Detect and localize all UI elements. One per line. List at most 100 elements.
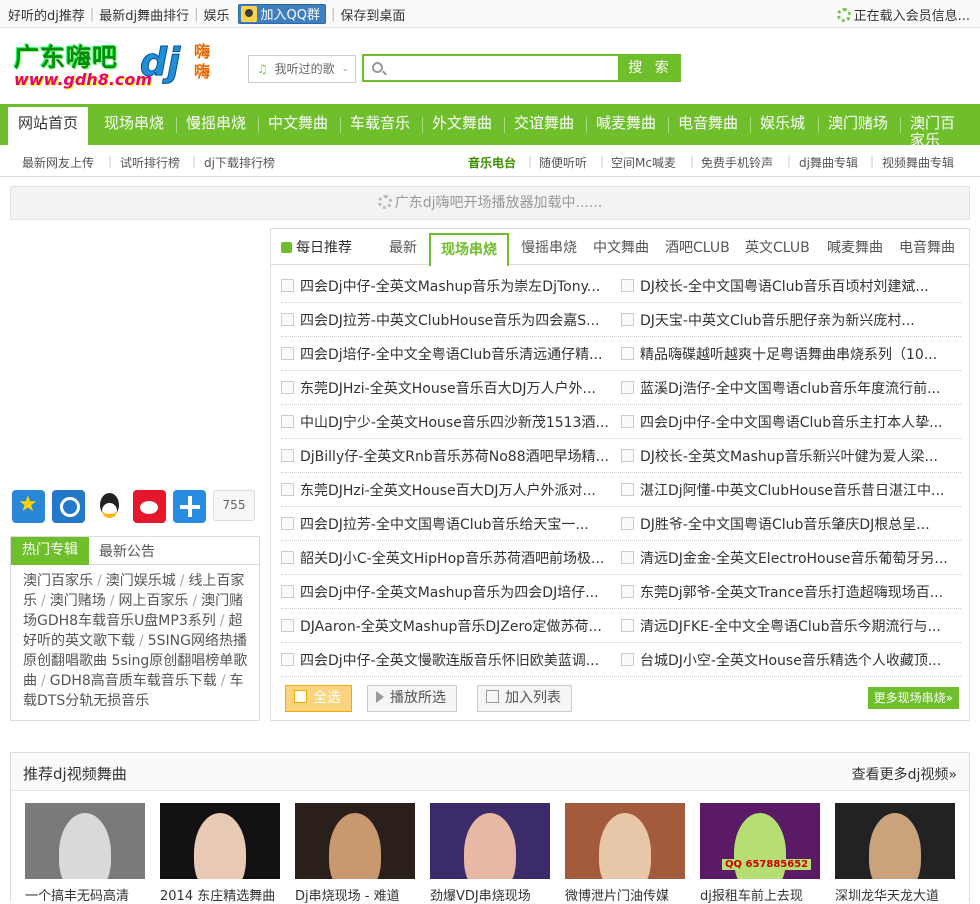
song-item[interactable]: DJ天宝-中英文Club音乐肥仔亲为新兴庞村...: [621, 310, 951, 330]
nav-item-electronic[interactable]: 电音舞曲: [678, 104, 738, 145]
song-title[interactable]: 四会Dj中仔-全中文国粤语Club音乐主打本人挚...: [640, 415, 943, 431]
nav-item-live-medley[interactable]: 现场串烧: [104, 104, 164, 145]
video-thumbnail[interactable]: [430, 803, 550, 879]
song-title[interactable]: DJAaron-全英文Mashup音乐DJZero定做苏荷...: [300, 619, 602, 635]
song-title[interactable]: 东莞DJHzi-全英文House百大DJ万人户外派对...: [300, 483, 596, 499]
video-caption[interactable]: 劲爆VDJ串烧现场: [430, 885, 550, 904]
tab-latest[interactable]: 最新: [389, 237, 417, 257]
add-to-list-button[interactable]: 加入列表: [477, 685, 572, 712]
song-item[interactable]: 清远DJ金金-全英文ElectroHouse音乐葡萄牙另...: [621, 548, 951, 568]
qq-icon[interactable]: [93, 490, 126, 523]
nav-item-chinese-dance[interactable]: 中文舞曲: [268, 104, 328, 145]
song-title[interactable]: DJ校长-全英文Mashup音乐新兴叶健为爱人梁...: [640, 449, 938, 465]
song-checkbox[interactable]: [621, 585, 634, 598]
top-link-latest-chart[interactable]: 最新dj舞曲排行: [99, 5, 189, 24]
song-checkbox[interactable]: [281, 619, 294, 632]
subnav-dj-albums[interactable]: dj舞曲专辑: [799, 154, 858, 171]
search-input[interactable]: [390, 58, 615, 80]
listened-songs-dropdown[interactable]: ♫ 我听过的歌 ⌄: [248, 55, 356, 83]
song-item[interactable]: 中山DJ宁少-全英文House音乐四沙新茂1513酒...: [281, 412, 611, 432]
subnav-radio[interactable]: 音乐电台: [468, 154, 516, 171]
video-thumbnail[interactable]: QQ 657885652: [700, 803, 820, 879]
select-all-button[interactable]: 全选: [285, 685, 352, 712]
song-item[interactable]: 蓝溪Dj浩仔-全中文国粤语club音乐年度流行前...: [621, 378, 951, 398]
more-share-icon[interactable]: [173, 490, 206, 523]
song-checkbox[interactable]: [621, 449, 634, 462]
video-caption[interactable]: Dj串烧现场 - 难道: [295, 885, 415, 904]
video-caption[interactable]: 微博泄片门油传媒: [565, 885, 685, 904]
play-selected-button[interactable]: 播放所选: [367, 685, 457, 712]
subnav-random-listen[interactable]: 随便听听: [539, 154, 587, 171]
song-title[interactable]: 台城DJ小空-全英文House音乐精选个人收藏顶...: [640, 653, 941, 669]
video-thumbnail[interactable]: [565, 803, 685, 879]
video-item[interactable]: Dj串烧现场 - 难道: [295, 803, 415, 904]
song-checkbox[interactable]: [281, 585, 294, 598]
hot-album-link[interactable]: 澳门赌场: [50, 593, 106, 609]
song-title[interactable]: DJ胜爷-全中文国粤语Club音乐肇庆DJ根总呈...: [640, 517, 930, 533]
video-thumbnail[interactable]: [160, 803, 280, 879]
song-checkbox[interactable]: [281, 653, 294, 666]
song-item[interactable]: DjBilly仔-全英文Rnb音乐苏荷No88酒吧早场精...: [281, 446, 611, 466]
song-title[interactable]: 四会DJ拉芳-中英文ClubHouse音乐为四会嘉S...: [300, 313, 600, 329]
song-title[interactable]: 清远DJFKE-全中文全粤语Club音乐今期流行与...: [640, 619, 941, 635]
song-item[interactable]: 四会Dj中仔-全英文Mashup音乐为四会DJ培仔...: [281, 582, 611, 602]
song-item[interactable]: DJAaron-全英文Mashup音乐DJZero定做苏荷...: [281, 616, 611, 636]
nav-item-baccarat[interactable]: 澳门百家乐: [910, 104, 968, 146]
save-to-desktop-link[interactable]: 保存到桌面: [340, 5, 405, 24]
song-checkbox[interactable]: [621, 415, 634, 428]
nav-item-casino-city[interactable]: 娱乐城: [760, 104, 805, 145]
song-title[interactable]: 四会DJ拉芳-全中文国粤语Club音乐给天宝一...: [300, 517, 589, 533]
top-link-entertainment[interactable]: 娱乐: [204, 5, 230, 24]
song-item[interactable]: 四会Dj中仔-全英文慢歌连版音乐怀旧欧美蓝调...: [281, 650, 611, 670]
song-checkbox[interactable]: [621, 347, 634, 360]
song-checkbox[interactable]: [281, 483, 294, 496]
hot-album-link[interactable]: GDH8高音质车载音乐下载: [50, 673, 217, 689]
song-checkbox[interactable]: [281, 381, 294, 394]
song-checkbox[interactable]: [621, 517, 634, 530]
song-item[interactable]: 四会DJ拉芳-全中文国粤语Club音乐给天宝一...: [281, 514, 611, 534]
song-item[interactable]: 清远DJFKE-全中文全粤语Club音乐今期流行与...: [621, 616, 951, 636]
video-caption[interactable]: dj报租车前上去现: [700, 885, 820, 904]
video-item[interactable]: QQ 657885652 dj报租车前上去现: [700, 803, 820, 904]
tab-slow-medley[interactable]: 慢摇串烧: [521, 237, 577, 257]
song-item[interactable]: 湛江Dj阿懂-中英文ClubHouse音乐昔日湛江中...: [621, 480, 951, 500]
song-title[interactable]: 四会Dj中仔-全英文Mashup音乐为四会DJ培仔...: [300, 585, 599, 601]
song-title[interactable]: DjBilly仔-全英文Rnb音乐苏荷No88酒吧早场精...: [300, 449, 609, 465]
song-item[interactable]: 东莞DJHzi-全英文House音乐百大DJ万人户外...: [281, 378, 611, 398]
song-checkbox[interactable]: [621, 381, 634, 394]
tab-bar-club[interactable]: 酒吧CLUB: [665, 237, 730, 257]
song-title[interactable]: 四会Dj培仔-全中文全粤语Club音乐清远通仔精...: [300, 347, 603, 363]
sina-weibo-icon[interactable]: [133, 490, 166, 523]
song-item[interactable]: 四会Dj中仔-全中文国粤语Club音乐主打本人挚...: [621, 412, 951, 432]
video-item[interactable]: 一个搞丰无码高清: [25, 803, 145, 904]
subnav-listen-chart[interactable]: 试听排行榜: [120, 154, 180, 171]
song-title[interactable]: 湛江Dj阿懂-中英文ClubHouse音乐昔日湛江中...: [640, 483, 944, 499]
video-item[interactable]: 2014 东庄精选舞曲: [160, 803, 280, 904]
song-item[interactable]: 韶关DJ小C-全英文HipHop音乐苏荷酒吧前场极...: [281, 548, 611, 568]
song-item[interactable]: 东莞Dj郭爷-全英文Trance音乐打造超嗨现场百...: [621, 582, 951, 602]
song-item[interactable]: DJ校长-全中文国粤语Club音乐百顷村刘建斌...: [621, 276, 951, 296]
tab-mc-dance[interactable]: 喊麦舞曲: [827, 237, 883, 257]
more-videos-link[interactable]: 查看更多dj视频»: [852, 764, 957, 784]
song-title[interactable]: 蓝溪Dj浩仔-全中文国粤语club音乐年度流行前...: [640, 381, 940, 397]
song-checkbox[interactable]: [621, 653, 634, 666]
song-item[interactable]: 四会Dj培仔-全中文全粤语Club音乐清远通仔精...: [281, 344, 611, 364]
tencent-weibo-icon[interactable]: [52, 490, 85, 523]
tab-hot-albums[interactable]: 热门专辑: [11, 537, 89, 565]
song-checkbox[interactable]: [281, 551, 294, 564]
hot-album-link[interactable]: 网上百家乐: [118, 593, 188, 609]
song-title[interactable]: DJ天宝-中英文Club音乐肥仔亲为新兴庞村...: [640, 313, 915, 329]
video-caption[interactable]: 深圳龙华天龙大道: [835, 885, 955, 904]
nav-item-home[interactable]: 网站首页: [8, 104, 89, 145]
song-title[interactable]: DJ校长-全中文国粤语Club音乐百顷村刘建斌...: [640, 279, 929, 295]
join-qq-group-button[interactable]: 加入QQ群: [237, 3, 327, 24]
video-caption[interactable]: 一个搞丰无码高清: [25, 885, 145, 904]
top-link-dj-recommend[interactable]: 好听的dj推荐: [8, 5, 85, 24]
song-item[interactable]: 四会Dj中仔-全英文Mashup音乐为崇左DjTony...: [281, 276, 611, 296]
song-title[interactable]: 东莞Dj郭爷-全英文Trance音乐打造超嗨现场百...: [640, 585, 943, 601]
subnav-video-albums[interactable]: 视频舞曲专辑: [882, 154, 954, 171]
song-title[interactable]: 东莞DJHzi-全英文House音乐百大DJ万人户外...: [300, 381, 596, 397]
tab-electronic[interactable]: 电音舞曲: [899, 237, 955, 257]
song-item[interactable]: 东莞DJHzi-全英文House百大DJ万人户外派对...: [281, 480, 611, 500]
song-checkbox[interactable]: [621, 279, 634, 292]
